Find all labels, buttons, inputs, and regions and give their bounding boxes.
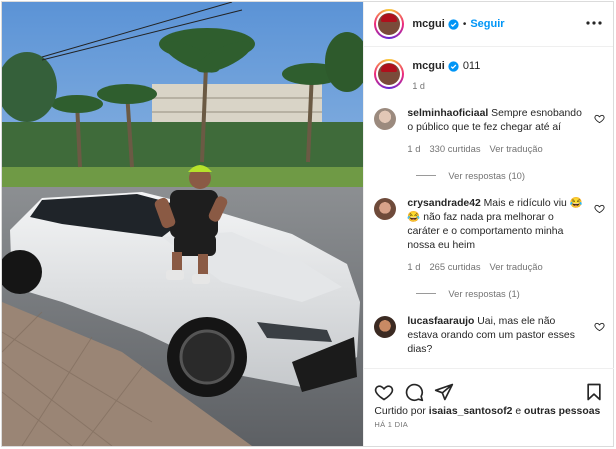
follow-button[interactable]: Seguir: [470, 18, 504, 30]
liked-by-others[interactable]: outras pessoas: [524, 406, 600, 417]
commenter-avatar[interactable]: [374, 108, 397, 130]
comments-list[interactable]: selminhaoficiaal Sempre esnobando o públ…: [364, 107, 614, 357]
like-heart-icon[interactable]: [374, 382, 394, 402]
caption-username[interactable]: mcgui: [412, 60, 444, 72]
view-replies-button[interactable]: Ver respostas (1): [364, 288, 614, 299]
verified-badge-icon: [448, 18, 459, 30]
liked-by-prefix: Curtido por: [374, 406, 426, 417]
see-translation-link[interactable]: Ver tradução: [490, 260, 543, 274]
verified-badge-icon: [448, 60, 459, 72]
share-paper-plane-icon[interactable]: [434, 382, 454, 402]
comment-time[interactable]: 1 d: [407, 260, 420, 274]
comment-likes[interactable]: 330 curtidas: [429, 142, 480, 156]
view-replies-button[interactable]: Ver respostas (10): [364, 170, 614, 181]
view-replies-label: Ver respostas (10): [448, 170, 526, 181]
post-photo[interactable]: [2, 2, 364, 446]
action-bar: [364, 369, 614, 405]
author-username[interactable]: mcgui: [412, 18, 444, 30]
post-header: mcgui • Seguir: [364, 2, 613, 47]
comment-item: lucasfaaraujo Uai, mas ele não estava or…: [364, 315, 614, 357]
see-translation-link[interactable]: Ver tradução: [490, 142, 543, 156]
comment-username[interactable]: crysandrade42: [407, 198, 480, 209]
save-bookmark-icon[interactable]: [584, 382, 604, 402]
more-options-icon[interactable]: [585, 16, 603, 30]
post-caption: mcgui 011 1 d: [364, 47, 613, 91]
comment-bubble-icon[interactable]: [404, 382, 424, 402]
post-actions-footer: Curtido por isaias_santosof2 e outras pe…: [364, 368, 615, 446]
author-avatar[interactable]: [374, 9, 405, 39]
comment-likes[interactable]: 265 curtidas: [429, 260, 480, 274]
comment-username[interactable]: lucasfaaraujo: [407, 316, 474, 327]
car-photo-image: [2, 2, 364, 446]
replies-divider: [416, 293, 437, 294]
comment-time[interactable]: 1 d: [407, 142, 420, 156]
comment-username[interactable]: selminhaoficiaal: [407, 108, 488, 119]
post-side-panel: mcgui • Seguir mcgui 011 1 d selminhaofi…: [363, 2, 615, 446]
like-comment-heart-icon[interactable]: [594, 321, 605, 332]
like-comment-heart-icon[interactable]: [594, 113, 605, 124]
caption-text: 011: [462, 60, 481, 72]
liked-by-and: e: [515, 406, 522, 417]
liked-by-text: Curtido por isaias_santosof2 e outras pe…: [364, 405, 614, 418]
commenter-avatar[interactable]: [374, 198, 397, 220]
post-modal: mcgui • Seguir mcgui 011 1 d selminhaofi…: [1, 1, 615, 447]
post-date[interactable]: HÁ 1 DIA: [364, 418, 614, 431]
caption-avatar[interactable]: [374, 59, 405, 89]
like-comment-heart-icon[interactable]: [594, 203, 605, 214]
caption-time[interactable]: 1 d: [412, 81, 480, 91]
view-replies-label: Ver respostas (1): [448, 288, 520, 299]
commenter-avatar[interactable]: [374, 316, 397, 338]
comment-item: selminhaoficiaal Sempre esnobando o públ…: [364, 107, 614, 156]
header-separator: •: [462, 18, 467, 30]
replies-divider: [416, 175, 437, 176]
comment-item: crysandrade42 Mais e ridículo viu 😂😂 não…: [364, 197, 614, 274]
liked-by-user[interactable]: isaias_santosof2: [429, 406, 513, 417]
